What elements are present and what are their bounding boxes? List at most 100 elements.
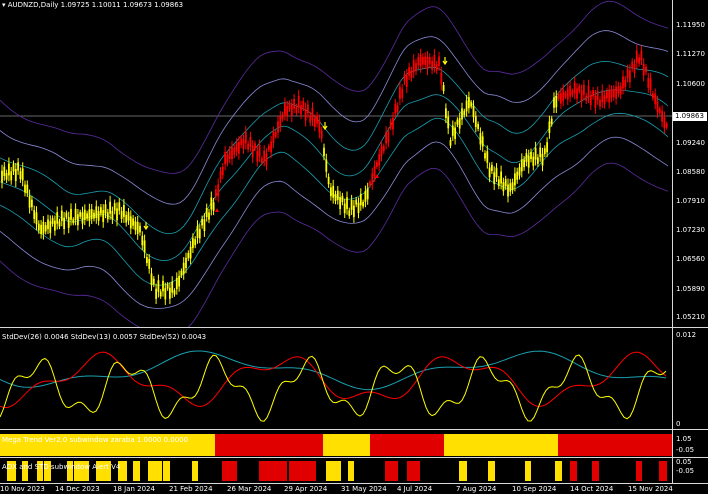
down-arrow-icon: [442, 57, 448, 66]
candle-body: [146, 257, 148, 264]
adx-signal-stripe: [155, 461, 162, 481]
price-axis[interactable]: 1.11950 1.11270 1.10600 1.09240 1.08580 …: [672, 0, 708, 327]
candle-body: [382, 146, 385, 152]
candle-body: [251, 145, 254, 158]
candle-body: [5, 173, 8, 180]
candle-body: [63, 217, 65, 229]
candle-body: [419, 54, 422, 67]
candle-body: [77, 214, 79, 226]
candle-body: [523, 159, 525, 168]
candle-body: [166, 284, 169, 289]
candle-body: [447, 116, 450, 129]
candle-body: [127, 212, 130, 221]
candle-body: [502, 182, 505, 192]
candle-body: [201, 218, 203, 226]
candle-body: [164, 288, 167, 300]
adx-signal-stripe: [259, 461, 266, 481]
date-label: 31 May 2024: [341, 485, 387, 493]
candle-body: [274, 132, 277, 137]
time-axis[interactable]: 10 Nov 2023 14 Dec 2023 18 Jan 2024 21 F…: [0, 484, 708, 494]
main-chart-panel[interactable]: ▾ AUDNZD,Daily 1.09725 1.10011 1.09673 1…: [0, 0, 672, 327]
candle-body: [26, 184, 29, 193]
candle-body: [589, 95, 592, 106]
candle-body: [235, 142, 238, 152]
candle-body: [560, 93, 562, 104]
candle-body: [212, 202, 215, 211]
candle-body: [504, 179, 507, 187]
candle-body: [323, 147, 325, 156]
candle-body: [42, 221, 45, 234]
stddev-13-line: [0, 354, 667, 422]
candle-body: [162, 280, 164, 292]
stddev-axis-bottom: 0: [676, 420, 681, 428]
adx-signal-stripe: [658, 461, 668, 481]
candle-body: [396, 105, 399, 112]
candle-body: [392, 117, 394, 130]
candle-body: [141, 235, 144, 246]
candle-body: [247, 143, 249, 150]
candle-body: [451, 125, 454, 136]
candle-body: [497, 179, 500, 186]
candle-body: [548, 121, 551, 133]
candle-body: [493, 172, 496, 185]
price-label: 1.09240: [676, 139, 705, 147]
candle-body: [330, 187, 332, 197]
adx-signal-stripe: [296, 461, 303, 481]
candle-body: [210, 197, 213, 210]
candle-body: [24, 184, 26, 193]
candle-body: [136, 222, 139, 234]
candle-body: [129, 216, 132, 229]
candle-body: [417, 57, 420, 66]
adx-signal-stripe: [192, 461, 199, 481]
candle-body: [205, 208, 208, 218]
price-label: 1.05890: [676, 285, 705, 293]
main-chart-title: ▾ AUDNZD,Daily 1.09725 1.10011 1.09673 1…: [2, 1, 183, 9]
candle-body: [449, 140, 452, 146]
current-price-tag: 1.09863: [673, 112, 707, 121]
candle-body: [440, 72, 443, 85]
candle-body: [286, 106, 289, 117]
adx-signal-stripe: [525, 461, 532, 481]
candle-body: [143, 240, 146, 253]
candle-body: [566, 88, 569, 100]
candle-body: [95, 206, 98, 218]
candle-body: [339, 197, 341, 209]
candle-body: [139, 225, 141, 233]
candle-body: [389, 121, 392, 128]
candle-body: [468, 97, 470, 109]
candle-body: [514, 173, 516, 186]
candle-body: [47, 219, 49, 230]
mega-trend-title: Mega Trend Ver2.0 subwindow zaraba 1.000…: [2, 436, 189, 444]
candle-body: [642, 63, 645, 76]
candle-body: [93, 212, 95, 219]
candle-body: [334, 194, 337, 201]
candle-body: [14, 169, 17, 181]
candle-body: [428, 57, 431, 65]
candle-body: [219, 171, 222, 180]
candle-body: [12, 164, 15, 172]
candle-body: [224, 152, 226, 165]
candle-body: [606, 91, 608, 99]
candle-body: [313, 118, 316, 127]
adx-signal-stripe: [162, 461, 170, 481]
candle-body: [539, 147, 542, 158]
candle-body: [530, 152, 532, 159]
candle-body: [495, 167, 498, 178]
candle-body: [569, 85, 571, 97]
candle-body: [355, 199, 358, 205]
trend-segment: [369, 434, 444, 456]
adx-signal-stripe: [414, 461, 421, 481]
stddev-panel[interactable]: StdDev(26) 0.0046 StdDev(13) 0.0057 StdD…: [0, 328, 672, 428]
adx-signal-stripe: [569, 461, 577, 481]
adx-signal-stripe: [325, 461, 333, 481]
price-label: 1.11950: [676, 21, 705, 29]
candle-body: [629, 70, 631, 83]
adx-panel[interactable]: ADX and STD subwindow Alert V4: [0, 458, 672, 482]
mega-trend-panel[interactable]: Mega Trend Ver2.0 subwindow zaraba 1.000…: [0, 430, 672, 456]
down-arrow-icon: [143, 222, 149, 231]
candle-body: [596, 91, 599, 101]
candle-body: [279, 116, 282, 127]
candle-body: [293, 98, 295, 109]
candle-body: [553, 97, 555, 108]
date-label: 26 Mar 2024: [227, 485, 272, 493]
